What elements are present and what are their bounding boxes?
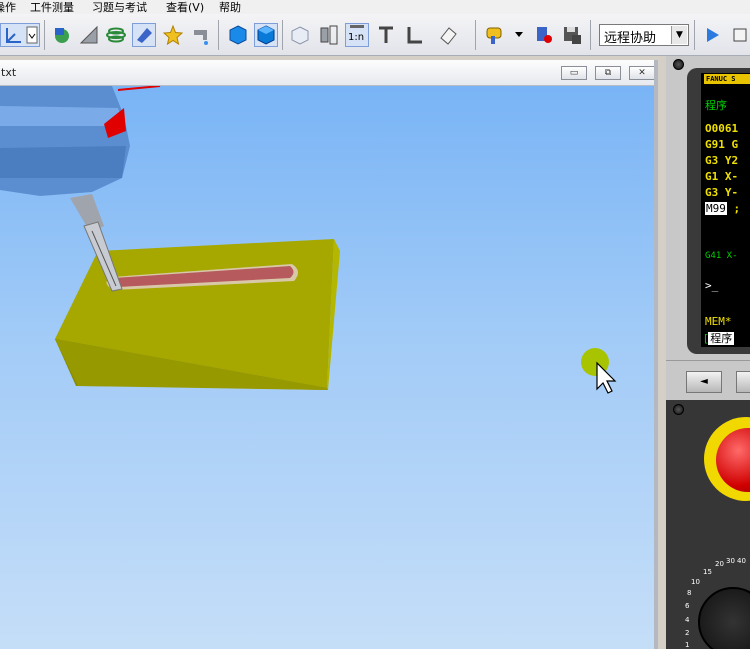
screen-title: 程序 xyxy=(705,99,727,112)
cnc-control-panel: FANUC S 程序 O0061 G91 G G3 Y2 G1 X- G3 Y-… xyxy=(666,56,750,649)
doorbell-icon[interactable] xyxy=(484,23,524,47)
star-icon[interactable] xyxy=(161,23,185,47)
menu-item-view[interactable]: 查看(V) xyxy=(166,0,204,15)
cursor-line: M99 ; xyxy=(705,202,741,215)
minimize-button[interactable]: ▭ xyxy=(561,66,587,80)
program-line: G1 X- xyxy=(705,170,739,183)
viewport-window: txt ▭ ⧉ ✕ xyxy=(0,60,658,649)
remote-assist-value: 远程协助 xyxy=(604,31,657,46)
menu-item-exercises-exam[interactable]: 习题与考试 xyxy=(92,0,147,15)
restore-button[interactable]: ⧉ xyxy=(595,66,621,80)
softkey-left-button[interactable]: ◄ xyxy=(686,371,722,393)
faucet-icon[interactable] xyxy=(190,23,214,47)
menu-bar: 操作 工件测量 习题与考试 查看(V) 帮助 xyxy=(0,0,750,14)
close-button[interactable]: ✕ xyxy=(629,66,655,80)
soft-key-row: ◄ xyxy=(666,360,750,400)
viewport-titlebar: txt ▭ ⧉ ✕ xyxy=(0,60,658,86)
cnc-panel-top: FANUC S 程序 O0061 G91 G G3 Y2 G1 X- G3 Y-… xyxy=(666,56,750,400)
play-icon[interactable] xyxy=(700,23,724,47)
tool-holder-icon[interactable] xyxy=(317,23,341,47)
program-line: G3 Y2 xyxy=(705,154,739,167)
spiral-icon[interactable] xyxy=(104,23,128,47)
svg-text:1:n: 1:n xyxy=(348,32,364,43)
remote-assist-combo[interactable]: 远程协助 ▼ xyxy=(599,24,689,46)
machining-scene[interactable] xyxy=(0,86,658,649)
cnc-panel-bottom: 1 2 4 6 8 10 15 20 30 40 xyxy=(666,400,750,649)
coordinate-icon[interactable] xyxy=(0,23,40,47)
program-line: G3 Y- xyxy=(705,186,739,199)
feed-rate-knob[interactable] xyxy=(698,587,750,649)
mode-status: MEM* xyxy=(705,315,732,328)
stop-icon[interactable] xyxy=(728,23,750,47)
program-line: G91 G xyxy=(705,138,739,151)
menu-item-operate[interactable]: 操作 xyxy=(0,0,16,15)
menu-item-help[interactable]: 帮助 xyxy=(219,0,241,15)
save-icon[interactable] xyxy=(560,23,584,47)
scene-canvas xyxy=(0,86,617,394)
input-prompt: >_ xyxy=(705,279,719,292)
cube-wire-icon[interactable] xyxy=(288,23,312,47)
softkey-program[interactable]: [程序 xyxy=(704,330,735,346)
simulator-app: 操作 工件测量 习题与考试 查看(V) 帮助 xyxy=(0,0,750,649)
erase-icon[interactable] xyxy=(436,23,460,47)
modal-info: G41 X- xyxy=(705,251,738,261)
cnc-screen: FANUC S 程序 O0061 G91 G G3 Y2 G1 X- G3 Y-… xyxy=(701,73,750,347)
toolbar: 1:n 远程协助 ▼ xyxy=(0,14,750,56)
camera-icon[interactable] xyxy=(50,23,74,47)
program-line: O0061 xyxy=(705,122,739,135)
screw-icon xyxy=(673,404,684,415)
ruler-icon[interactable] xyxy=(77,23,101,47)
record-icon[interactable] xyxy=(532,23,556,47)
cube-outline-icon[interactable] xyxy=(254,23,278,47)
tool-t-icon[interactable] xyxy=(374,23,398,47)
softkey-next-button[interactable] xyxy=(736,371,750,393)
screw-icon xyxy=(673,59,684,70)
spindle-head xyxy=(0,86,130,196)
tool-l-icon[interactable] xyxy=(402,23,426,47)
menu-item-workpiece-measure[interactable]: 工件测量 xyxy=(30,0,74,15)
chevron-down-icon[interactable]: ▼ xyxy=(671,26,687,44)
cube-solid-icon[interactable] xyxy=(226,23,250,47)
viewport-title: txt xyxy=(1,66,17,79)
fanuc-brand: FANUC S xyxy=(704,74,750,84)
tool-length-icon[interactable]: 1:n xyxy=(345,23,369,47)
select-icon[interactable] xyxy=(132,23,156,47)
